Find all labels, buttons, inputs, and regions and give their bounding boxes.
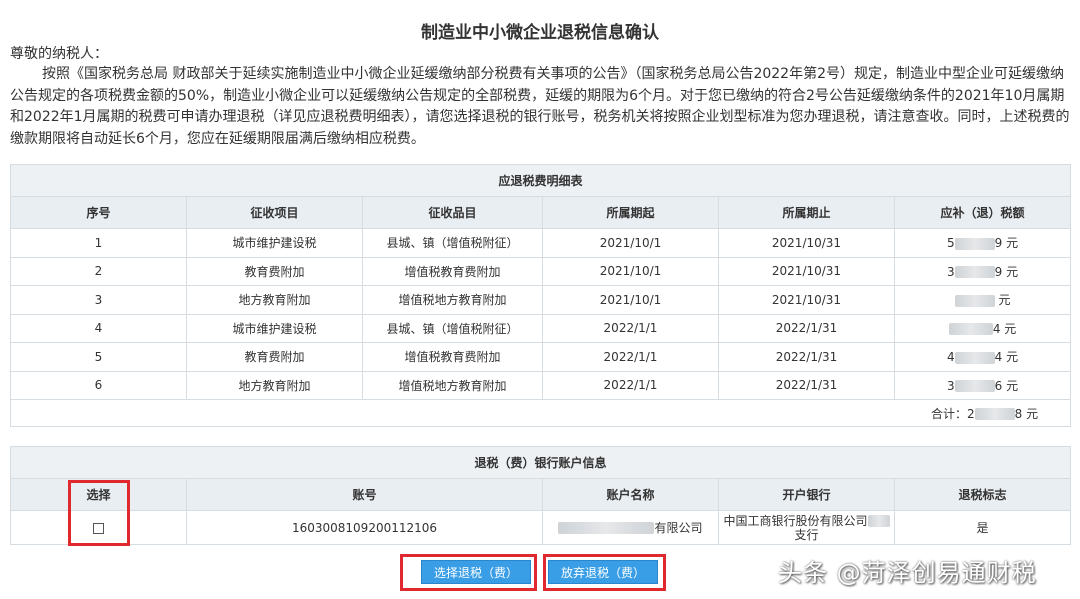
redacted-amount [954,266,995,279]
col-header-amount: 应补（退）税额 [893,196,1072,229]
cell-subitem: 增值税地方教育附加 [362,285,543,315]
redacted-amount [954,380,995,393]
cell-end: 2021/10/31 [718,285,895,315]
table-row: 5 教育费附加 增值税教育费附加 2022/1/1 2022/1/31 4 4 元 [10,342,1072,372]
watermark-text: 头条 @菏泽创易通财税 [778,559,1037,587]
cell-end: 2022/1/31 [718,342,895,372]
cell-no: 6 [10,370,187,400]
cell-no: 1 [10,228,187,258]
bank-name-line1: 中国工商银行股份有限公司 [723,513,868,528]
cell-subitem: 增值税教育费附加 [362,342,543,372]
amount-suffix: 9 元 [994,236,1019,251]
refund-detail-table: 应退税费明细表 序号 征收项目 征收品目 所属期起 所属期止 应补（退）税额 1… [9,164,1072,427]
cell-subitem: 县城、镇（增值税附征） [362,228,543,258]
amount-suffix: 4 元 [992,321,1017,336]
cell-amount: 5 9 元 [893,228,1072,258]
cell-item: 地方教育附加 [186,285,363,315]
cell-start: 2022/1/1 [542,342,719,372]
page-title: 制造业中小微企业退税信息确认 [421,23,659,43]
cell-amount: 3 6 元 [893,370,1072,400]
cell-item: 城市维护建设税 [186,228,363,258]
total-suffix: 8 元 [1014,406,1039,421]
abandon-refund-button[interactable]: 放弃退税（费） [548,560,658,584]
cell-start: 2021/10/1 [542,228,719,258]
cell-subitem: 增值税教育费附加 [362,256,543,286]
bank-account-caption: 退税（费）银行账户信息 [9,446,1072,479]
bank-account-row[interactable]: 1603008109200112106 有限公司 中国工商银行股份有限公司 支行 … [10,510,1072,545]
cell-item: 教育费附加 [186,342,363,372]
cell-account: 1603008109200112106 [186,510,543,545]
cell-end: 2022/1/31 [718,370,895,400]
col-header-item: 征收项目 [186,196,363,229]
col-header-end: 所属期止 [718,196,895,229]
col-header-refund-flag: 退税标志 [893,478,1072,511]
col-header-no: 序号 [10,196,187,229]
total-prefix: 合计：2 [930,406,975,421]
account-name-suffix: 有限公司 [654,520,703,535]
col-header-start: 所属期起 [542,196,719,229]
cell-refund-flag: 是 [893,510,1072,545]
greeting-text: 尊敬的纳税人： [10,46,108,62]
refund-detail-caption: 应退税费明细表 [9,164,1072,197]
cell-amount: 元 [893,285,1072,315]
cell-no: 2 [10,256,187,286]
cell-subitem: 增值税地方教育附加 [362,370,543,400]
redacted-total [974,408,1015,420]
table-row: 4 城市维护建设税 县城、镇（增值税附征） 2022/1/1 2022/1/31… [10,313,1072,343]
table-row: 6 地方教育附加 增值税地方教育附加 2022/1/1 2022/1/31 3 6… [10,370,1072,400]
cell-item: 教育费附加 [186,256,363,286]
notice-paragraph: 按照《国家税务总局 财政部关于延续实施制造业中小微企业延缓缴纳部分税费有关事项的… [10,66,1070,147]
total-cell: 合计：2 8 元 [9,399,1072,427]
redacted-amount [948,323,993,336]
col-header-bank: 开户银行 [718,478,895,511]
redacted-branch [867,515,890,527]
cell-end: 2022/1/31 [718,313,895,343]
amount-suffix: 4 元 [994,350,1019,365]
cell-no: 5 [10,342,187,372]
select-refund-button[interactable]: 选择退税（费） [421,560,531,584]
col-header-subitem: 征收品目 [362,196,543,229]
redacted-amount [954,237,995,250]
col-header-account: 账号 [186,478,543,511]
redacted-amount [954,294,995,307]
cell-amount: 4 4 元 [893,342,1072,372]
cell-bank: 中国工商银行股份有限公司 支行 [718,510,895,545]
bank-account-table: 退税（费）银行账户信息 选择 账号 账户名称 开户银行 退税标志 1603008… [9,446,1072,545]
cell-no: 3 [10,285,187,315]
cell-amount: 3 9 元 [893,256,1072,286]
table-row: 3 地方教育附加 增值税地方教育附加 2021/10/1 2021/10/31 … [10,285,1072,315]
amount-prefix: 5 [946,236,955,251]
col-header-account-name: 账户名称 [542,478,719,511]
amount-prefix: 3 [946,378,955,393]
redacted-company-name [558,522,655,534]
redacted-amount [954,351,995,364]
amount-suffix: 6 元 [994,378,1019,393]
cell-subitem: 县城、镇（增值税附征） [362,313,543,343]
cell-amount: 4 元 [893,313,1072,343]
cell-item: 地方教育附加 [186,370,363,400]
cell-no: 4 [10,313,187,343]
cell-item: 城市维护建设税 [186,313,363,343]
cell-end: 2021/10/31 [718,256,895,286]
cell-account-name: 有限公司 [542,510,719,545]
cell-start: 2022/1/1 [542,370,719,400]
amount-prefix: 4 [946,350,955,365]
bank-name-line2: 支行 [794,527,819,542]
cell-start: 2021/10/1 [542,285,719,315]
highlight-box-select-column [68,480,130,546]
cell-end: 2021/10/31 [718,228,895,258]
table-row: 1 城市维护建设税 县城、镇（增值税附征） 2021/10/1 2021/10/… [10,228,1072,258]
amount-prefix: 3 [946,264,955,279]
amount-suffix: 9 元 [994,264,1019,279]
cell-start: 2022/1/1 [542,313,719,343]
table-row: 2 教育费附加 增值税教育费附加 2021/10/1 2021/10/31 3 9… [10,256,1072,286]
cell-start: 2021/10/1 [542,256,719,286]
amount-suffix: 元 [998,293,1011,308]
